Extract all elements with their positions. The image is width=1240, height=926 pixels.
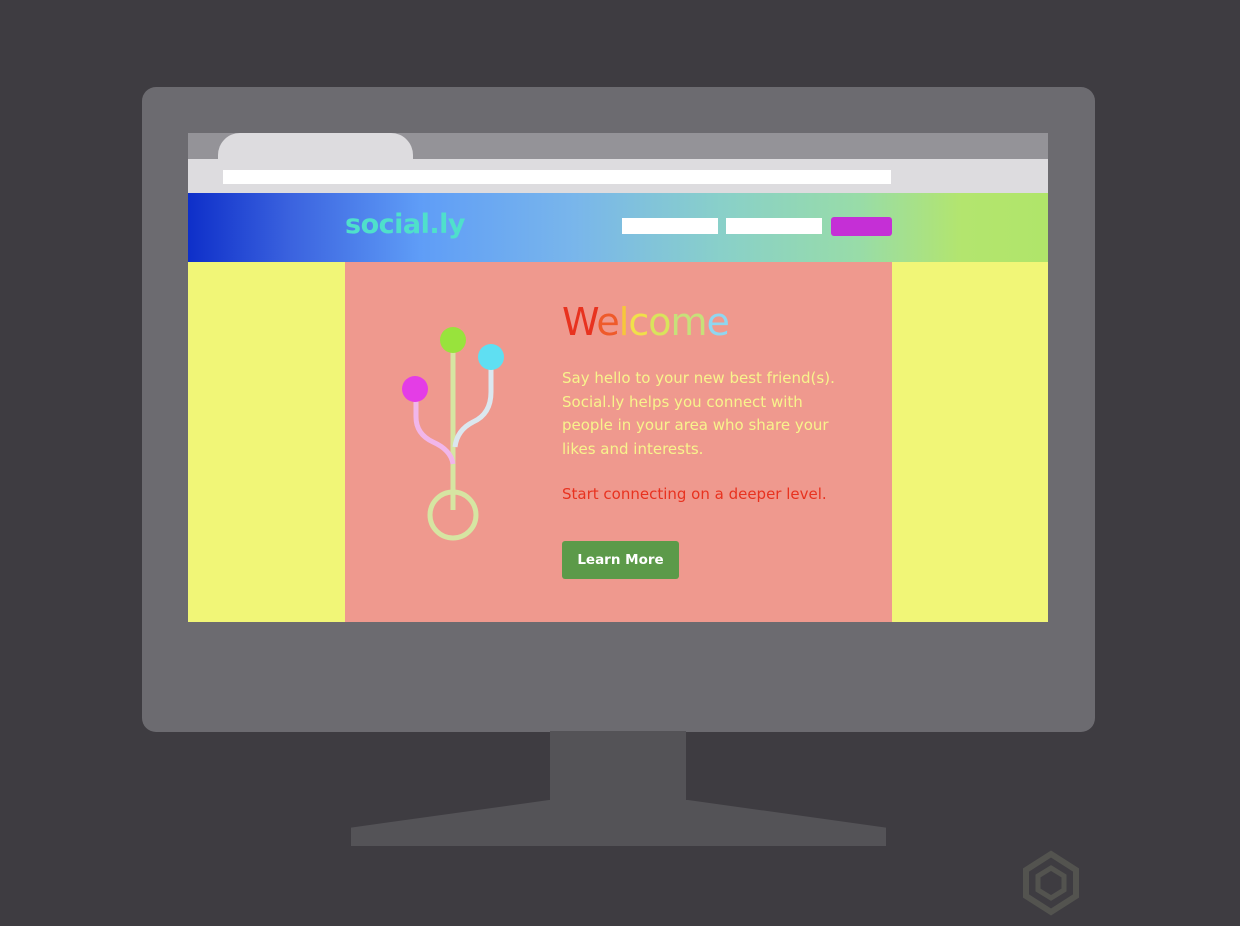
welcome-letter: W [562,300,597,344]
learn-more-button[interactable]: Learn More [562,541,679,579]
intro-text: Say hello to your new best friend(s). So… [562,369,835,458]
tagline-text: Start connecting on a deeper level. [562,485,827,503]
watermark-logo-icon [1023,850,1079,916]
site-logo[interactable]: social.ly [345,209,465,240]
monitor-screen: social.ly Welcome Say hello to your new … [188,133,1048,622]
monitor-base [351,800,886,846]
welcome-letter: c [628,300,649,344]
monitor-neck [550,731,686,805]
welcome-letter: l [618,300,630,344]
welcome-letter: m [670,300,707,344]
welcome-letter: e [706,300,730,344]
nav-link-2[interactable] [726,218,822,234]
site-header: social.ly [188,193,1048,262]
nav-link-1[interactable] [622,218,718,234]
welcome-letter: e [596,300,619,344]
usb-branch-icon [402,327,504,541]
nav-cta-button[interactable] [831,217,892,236]
hero-panel: Welcome Say hello to your new best frien… [345,262,892,622]
browser-tab[interactable] [218,133,413,160]
welcome-letter: o [648,300,671,344]
address-bar[interactable] [223,170,891,184]
welcome-heading: Welcome [562,300,730,344]
